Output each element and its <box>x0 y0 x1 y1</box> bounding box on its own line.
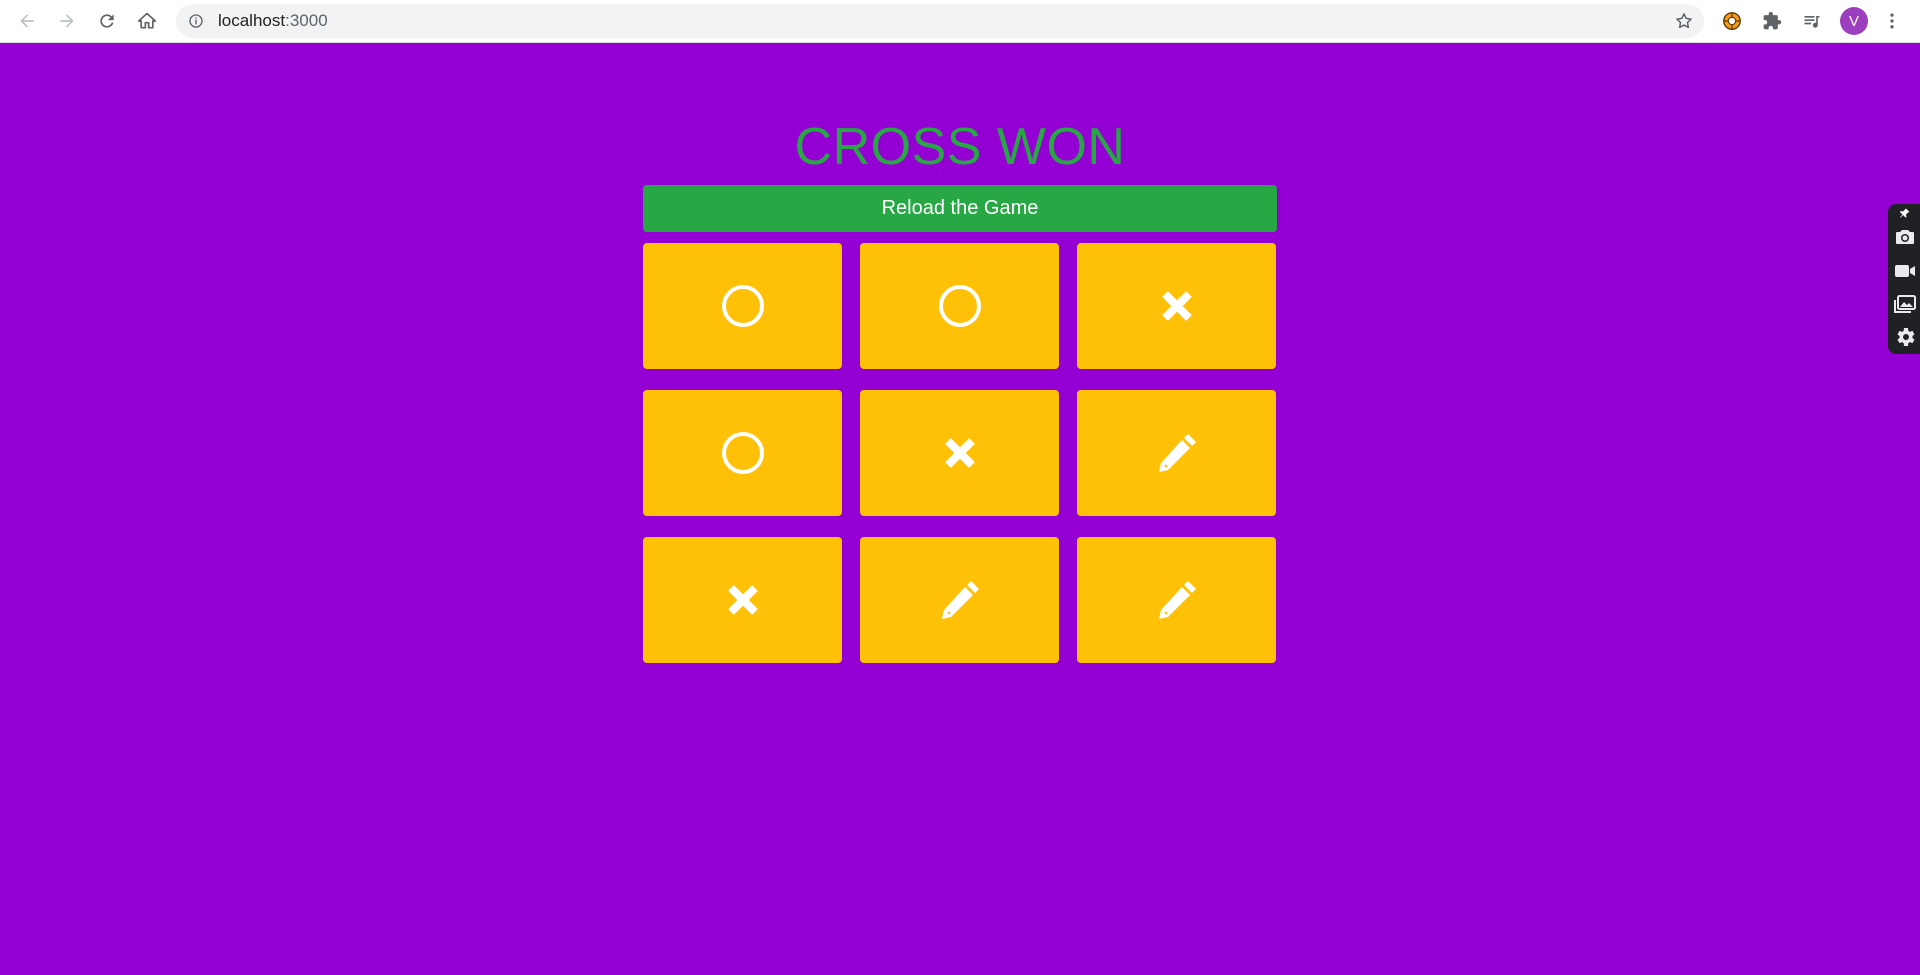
reload-page-button[interactable] <box>93 7 121 35</box>
browser-toolbar: localhost:3000 V <box>0 0 1920 43</box>
more-vert-icon <box>1890 13 1894 29</box>
target-icon <box>1723 12 1741 30</box>
board-cell-3-2[interactable] <box>860 537 1059 663</box>
profile-avatar[interactable]: V <box>1840 7 1868 35</box>
browser-menu-button[interactable] <box>1880 9 1904 33</box>
forward-button[interactable] <box>53 7 81 35</box>
pin-icon <box>1900 208 1910 218</box>
playlist-icon <box>1804 16 1820 28</box>
reload-game-button[interactable]: Reload the Game <box>643 185 1277 232</box>
screenshot-button[interactable] <box>1892 224 1918 250</box>
back-arrow-icon <box>20 14 34 28</box>
board-cell-2-2[interactable] <box>860 390 1059 516</box>
url-port: :3000 <box>285 11 328 30</box>
board-cell-1-1[interactable] <box>643 243 842 369</box>
settings-button[interactable] <box>1892 324 1918 350</box>
board-cell-3-3[interactable] <box>1077 537 1276 663</box>
pencil-icon <box>1158 434 1196 472</box>
bookmark-star-icon[interactable] <box>1674 11 1694 31</box>
extension-target-button[interactable] <box>1720 9 1744 33</box>
record-video-button[interactable] <box>1892 258 1918 284</box>
game-status-title: CROSS WON <box>794 118 1126 176</box>
board-cell-3-1[interactable] <box>643 537 842 663</box>
refresh-icon <box>100 14 114 28</box>
board-cell-2-1[interactable] <box>643 390 842 516</box>
settings-icon <box>1897 328 1915 346</box>
circle-icon <box>938 285 981 327</box>
cross-icon <box>1161 291 1192 321</box>
video-icon <box>1895 265 1915 277</box>
board-cell-2-3[interactable] <box>1077 390 1276 516</box>
info-icon[interactable] <box>188 13 204 29</box>
back-button[interactable] <box>13 7 41 35</box>
circle-icon <box>721 432 764 474</box>
home-icon <box>137 12 157 29</box>
cross-icon <box>727 585 758 615</box>
side-capture-toolbar <box>1888 204 1920 354</box>
address-bar[interactable]: localhost:3000 <box>176 4 1704 38</box>
pencil-icon <box>941 581 979 619</box>
board-cell-1-3[interactable] <box>1077 243 1276 369</box>
game-board <box>643 243 1277 663</box>
url-text: localhost:3000 <box>218 12 328 30</box>
pin-toolbar-button[interactable] <box>1892 206 1918 220</box>
cross-icon <box>944 438 975 468</box>
gallery-icon <box>1894 295 1916 313</box>
camera-icon <box>1896 230 1914 244</box>
puzzle-icon <box>1763 11 1782 30</box>
forward-arrow-icon <box>60 14 74 28</box>
board-cell-1-2[interactable] <box>860 243 1059 369</box>
media-queue-button[interactable] <box>1800 9 1824 33</box>
circle-icon <box>721 285 764 327</box>
url-host: localhost <box>218 11 286 30</box>
gallery-button[interactable] <box>1892 291 1918 317</box>
extensions-button[interactable] <box>1760 9 1784 33</box>
home-button[interactable] <box>133 7 161 35</box>
pencil-icon <box>1158 581 1196 619</box>
